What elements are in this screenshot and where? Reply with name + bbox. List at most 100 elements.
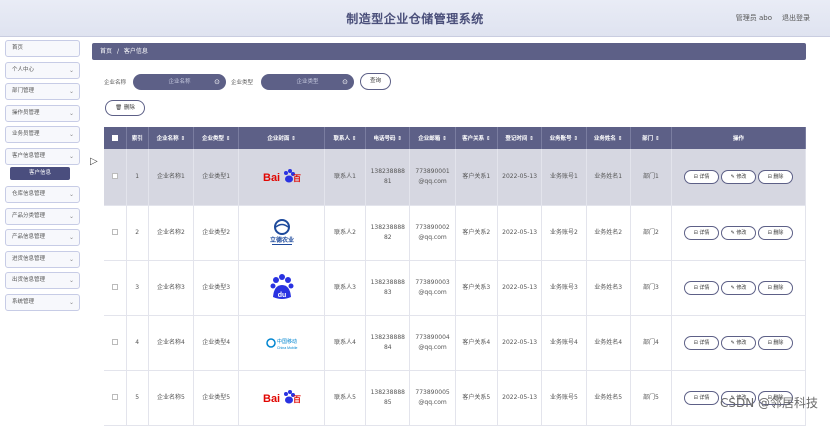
column-header[interactable]: 企业类型 ⇕ xyxy=(193,127,240,149)
dept-cell: 部门4 xyxy=(630,315,673,371)
column-header[interactable]: 登记时间 ⇕ xyxy=(497,127,543,149)
sidebar-item-11[interactable]: 系统管理 ⌄ xyxy=(5,293,80,311)
table-row[interactable]: 5 企业名称5 企业类型5 Bai 百 联系人5 138238888 85 773890005 @… xyxy=(104,370,806,426)
column-header[interactable]: 业务姓名 ⇕ xyxy=(586,127,631,149)
edit-button[interactable]: ✎ 修改 xyxy=(721,335,757,350)
logout-link[interactable]: 退出登录 xyxy=(782,13,810,23)
row-checkbox[interactable] xyxy=(111,339,118,345)
index-cell: 4 xyxy=(126,315,149,371)
detail-button[interactable]: ⊟ 详情 xyxy=(684,335,720,350)
table-row[interactable]: 1 企业名称1 企业类型1 Bai 百 联系人1 138238888 81 773890001 @… xyxy=(104,149,806,206)
svg-text:China Mobile: China Mobile xyxy=(277,346,297,350)
detail-button[interactable]: ⊟ 详情 xyxy=(684,225,720,240)
column-header[interactable]: 企业名称 ⇕ xyxy=(148,127,195,149)
bulk-delete-button[interactable]: 🗑 删除 xyxy=(105,100,145,116)
delete-button[interactable]: ⊟ 删除 xyxy=(758,280,794,295)
sidebar-item-4[interactable]: 业务员管理 ⌄ xyxy=(5,126,80,143)
detail-icon: ⊟ xyxy=(693,173,698,180)
mouse-cursor-icon: ▷ xyxy=(90,156,98,167)
company-cover-cell: 立德农业 xyxy=(238,205,325,261)
sidebar-item-3[interactable]: 操作员管理 ⌄ xyxy=(5,104,80,122)
sidebar-item-0[interactable]: 首页 xyxy=(5,40,80,57)
account-cell: 业务账号3 xyxy=(541,260,587,316)
sidebar-item-label: 个人中心 xyxy=(12,66,35,73)
column-header[interactable]: 企业封面 ⇕ xyxy=(238,127,325,149)
detail-button[interactable]: ⊟ 详情 xyxy=(684,169,720,184)
account-cell: 业务账号2 xyxy=(541,205,587,261)
sidebar-item-2[interactable]: 部门管理 ⌄ xyxy=(5,83,80,100)
sidebar-subitem-customer-info[interactable]: 客户信息 xyxy=(10,167,70,180)
sidebar-item-8[interactable]: 产品信息管理 ⌄ xyxy=(5,229,80,246)
staff-cell: 业务姓名2 xyxy=(586,205,631,261)
row-select-cell[interactable] xyxy=(104,205,127,261)
column-header[interactable]: 客户关系 ⇕ xyxy=(455,127,498,149)
column-header[interactable]: 联系人 ⇕ xyxy=(324,127,367,149)
detail-icon: ⊟ xyxy=(693,229,698,236)
column-header: 索引 xyxy=(126,127,149,149)
column-header[interactable]: 业务账号 ⇕ xyxy=(541,127,587,149)
company-cover-cell: Bai 百 xyxy=(238,149,325,206)
chevron-down-icon: ⌄ xyxy=(68,88,74,95)
delete-button[interactable]: ⊟ 删除 xyxy=(758,335,794,350)
column-header[interactable]: 企业邮箱 ⇕ xyxy=(409,127,456,149)
company-name-input[interactable]: 企业名称 ⊙ xyxy=(133,74,226,90)
row-checkbox[interactable] xyxy=(111,394,118,400)
detail-button[interactable]: ⊟ 详情 xyxy=(684,390,720,405)
sidebar: 首页 个人中心 ⌄ 部门管理 ⌄ 操作员管理 ⌄ 业务员管理 ⌄ 客户信息管理 ⌄ 客户信息 仓库信息管… xyxy=(5,40,80,315)
name-cell: 企业名称2 xyxy=(148,205,195,261)
email-cell: 773890004 @qq.com xyxy=(409,315,456,371)
sidebar-item-9[interactable]: 进货信息管理 ⌄ xyxy=(5,250,80,268)
detail-button[interactable]: ⊟ 详情 xyxy=(684,280,720,295)
row-checkbox[interactable] xyxy=(111,229,118,235)
edit-button[interactable]: ✎ 修改 xyxy=(721,169,757,184)
edit-button[interactable]: ✎ 修改 xyxy=(721,280,757,295)
chevron-down-icon: ⌄ xyxy=(68,131,74,138)
svg-text:Bai: Bai xyxy=(263,172,280,184)
index-cell: 2 xyxy=(126,205,149,261)
delete-button[interactable]: ⊟ 删除 xyxy=(758,225,794,240)
index-cell: 5 xyxy=(126,370,149,426)
select-all-checkbox[interactable] xyxy=(111,134,118,141)
search-icon: ⊙ xyxy=(342,78,348,86)
row-select-cell[interactable] xyxy=(104,315,127,371)
contact-cell: 联系人3 xyxy=(324,260,367,316)
name-cell: 企业名称4 xyxy=(148,315,195,371)
relation-cell: 客户关系2 xyxy=(455,205,498,261)
edit-button[interactable]: ✎ 修改 xyxy=(721,225,757,240)
dept-cell: 部门1 xyxy=(630,149,673,206)
relation-cell: 客户关系1 xyxy=(455,149,498,206)
edit-icon: ✎ xyxy=(730,229,735,236)
select-all-header[interactable] xyxy=(104,127,127,149)
query-button[interactable]: 查询 xyxy=(360,73,391,90)
row-select-cell[interactable] xyxy=(104,149,127,206)
table-header-row: 索引 企业名称 ⇕ 企业类型 ⇕ 企业封面 ⇕ 联系人 ⇕ 电话号码 ⇕ 企业邮箱 ⇕ 客户关… xyxy=(104,127,806,149)
sidebar-item-6[interactable]: 仓库信息管理 ⌄ xyxy=(5,186,80,203)
sidebar-item-10[interactable]: 出货信息管理 ⌄ xyxy=(5,272,80,289)
actions-cell: ⊟ 详情 ✎ 修改 ⊟ 删除 xyxy=(671,149,806,206)
row-select-cell[interactable] xyxy=(104,260,127,316)
breadcrumb-home[interactable]: 首页 xyxy=(100,48,112,55)
row-checkbox[interactable] xyxy=(111,284,118,290)
delete-button[interactable]: ⊟ 删除 xyxy=(758,169,794,184)
chevron-down-icon: ⌄ xyxy=(68,255,74,263)
row-checkbox[interactable] xyxy=(111,173,118,180)
svg-text:du: du xyxy=(277,292,286,299)
type-cell: 企业类型5 xyxy=(193,370,240,426)
sidebar-item-1[interactable]: 个人中心 ⌄ xyxy=(5,61,80,79)
sidebar-item-5[interactable]: 客户信息管理 ⌄ xyxy=(5,147,80,165)
table-row[interactable]: 3 企业名称3 企业类型3 du 联系人3 138238888 83 773890003 @qq… xyxy=(104,260,806,316)
trash-icon: ⊟ xyxy=(767,173,772,180)
row-select-cell[interactable] xyxy=(104,370,127,426)
company-type-input[interactable]: 企业类型 ⊙ xyxy=(261,74,354,90)
breadcrumb-current: 客户信息 xyxy=(123,48,148,55)
column-header[interactable]: 电话号码 ⇕ xyxy=(365,127,411,149)
table-row[interactable]: 2 企业名称2 企业类型2 立德农业 联系人2 138238888 82 773890002 @… xyxy=(104,205,806,261)
chevron-down-icon: ⌄ xyxy=(68,152,74,160)
actions-cell: ⊟ 详情 ✎ 修改 ⊟ 删除 xyxy=(671,205,806,261)
sidebar-item-label: 仓库信息管理 xyxy=(12,191,46,197)
company-cover-cell: du xyxy=(238,260,325,316)
table-row[interactable]: 4 企业名称4 企业类型4 中国移动 China Mobile 联系人4 138238888… xyxy=(104,315,806,371)
chevron-down-icon: ⌄ xyxy=(68,234,74,241)
sidebar-item-7[interactable]: 产品分类管理 ⌄ xyxy=(5,207,80,225)
column-header[interactable]: 部门 ⇕ xyxy=(630,127,673,149)
